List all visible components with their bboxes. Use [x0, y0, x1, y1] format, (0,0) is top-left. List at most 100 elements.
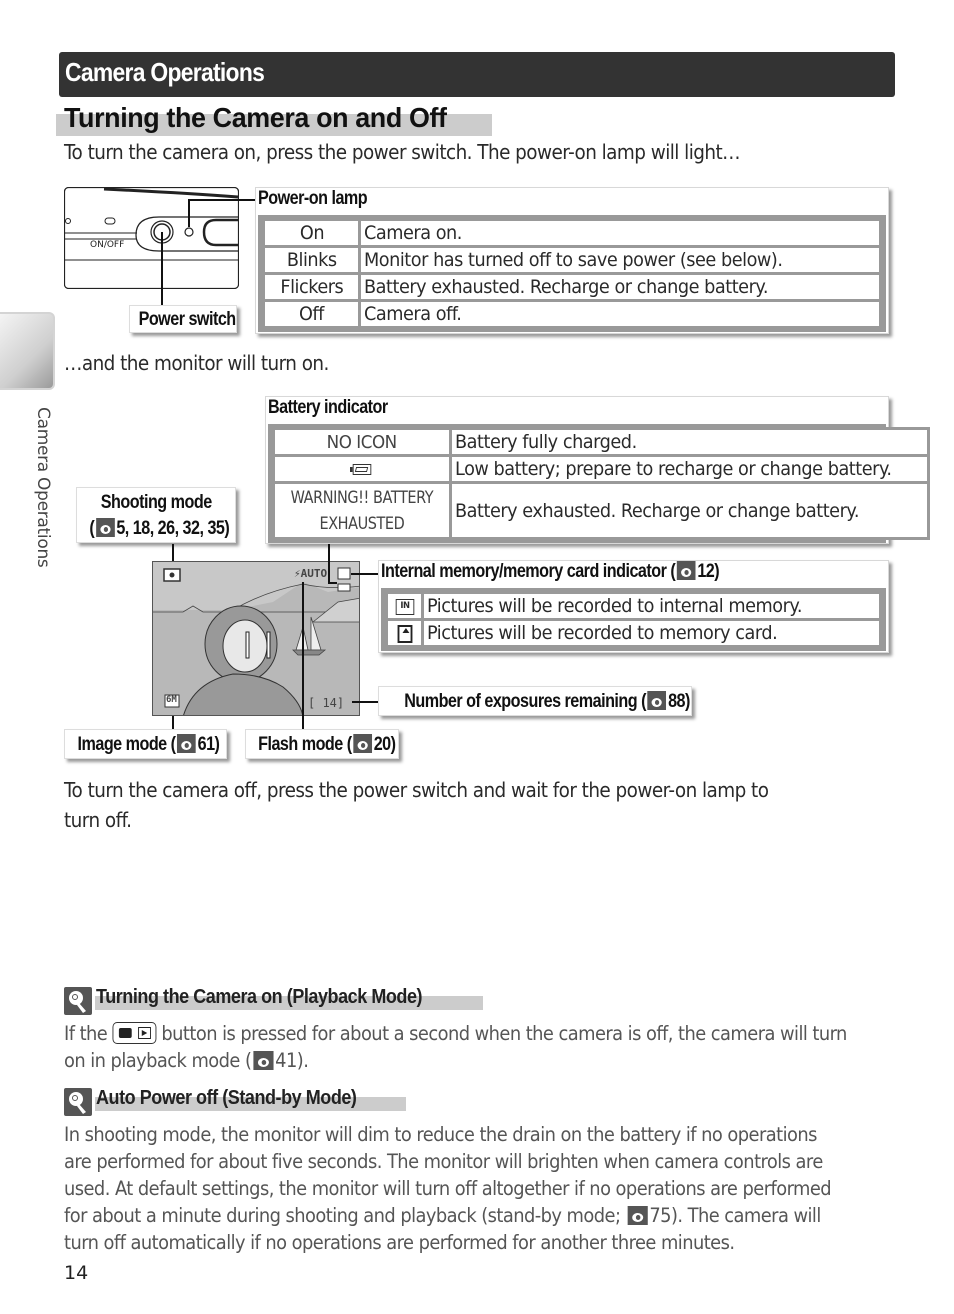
note-text-fragment: 41).: [275, 1049, 309, 1072]
tip-icon: [64, 1088, 92, 1116]
note-playback-line2: on in playback mode ( 41).: [64, 1047, 309, 1074]
battery-state: NO ICON: [326, 431, 398, 453]
battery-warning-line2: EXHAUSTED: [319, 513, 405, 534]
reference-icon: [353, 734, 373, 753]
turn-off-text-line2: turn off.: [64, 808, 132, 832]
battery-meaning: Battery fully charged.: [454, 431, 637, 453]
camera-top-illustration: ON/OFF: [63, 186, 240, 290]
memory-card-icon: [397, 624, 412, 643]
lcd-image-mode: 6M: [166, 695, 177, 705]
lamp-state: Blinks: [286, 249, 337, 271]
table-row: Low battery; prepare to recharge or chan…: [272, 454, 931, 484]
battery-warning-line1: WARNING!! BATTERY: [290, 487, 434, 508]
note-title-playback: Turning the Camera on (Playback Mode): [96, 986, 423, 1008]
flash-mode-ref: 20): [373, 734, 396, 755]
exposures-leader: [352, 701, 381, 703]
battery-indicator-title: Battery indicator: [268, 397, 388, 418]
flash-mode-text: Flash mode (: [258, 734, 352, 755]
power-lamp-leader: [188, 199, 258, 201]
table-row: Pictures will be recorded to memory card…: [385, 618, 882, 648]
table-row: Flickers Battery exhausted. Recharge or …: [262, 272, 882, 302]
chapter-side-label: Camera Operations: [33, 407, 53, 568]
internal-memory-icon: IN: [395, 598, 414, 615]
lcd-exposures: [ 14]: [308, 696, 345, 710]
battery-leader-h: [328, 582, 337, 584]
reference-icon: [95, 518, 115, 537]
lamp-meaning: Camera on.: [364, 222, 462, 244]
battery-leader: [328, 544, 330, 583]
lamp-state: Flickers: [280, 276, 343, 298]
table-row: On Camera on.: [262, 218, 882, 248]
low-battery-icon: [349, 464, 372, 475]
exposures-remaining-label: Number of exposures remaining ( 88): [378, 686, 692, 716]
power-on-lamp-callout: Power-on lamp On Camera on. Blinks Monit…: [255, 187, 889, 334]
note-text-fragment: If the: [64, 1022, 108, 1045]
note-standby-line4: for about a minute during shooting and p…: [64, 1202, 821, 1229]
memory-indicator-ref: 12): [697, 561, 720, 582]
monitor-display-illustration: ⚡AUTO 6M [ 14]: [152, 561, 360, 716]
note-standby-line2: are performed for about five seconds. Th…: [64, 1150, 823, 1173]
image-mode-leader: [172, 716, 174, 730]
note-text-fragment: 75). The camera will: [649, 1204, 821, 1227]
table-row: Off Camera off.: [262, 299, 882, 329]
note-playback-line1: If the button is pressed for about a sec…: [64, 1020, 847, 1047]
reference-icon: [253, 1051, 274, 1070]
shooting-mode-paren: (: [89, 518, 95, 539]
shooting-mode-label-text: Shooting mode: [100, 492, 212, 513]
page-number: 14: [64, 1262, 89, 1284]
power-switch-leader: [161, 232, 163, 306]
power-on-lamp-table: On Camera on. Blinks Monitor has turned …: [262, 218, 882, 329]
power-switch-label-text: Power switch: [138, 309, 237, 330]
lamp-meaning: Monitor has turned off to save power (se…: [364, 249, 783, 271]
flash-mode-label: Flash mode ( 20): [245, 729, 399, 759]
memory-indicator-callout: Internal memory/memory card indicator ( 1…: [378, 560, 889, 653]
svg-text:ON/OFF: ON/OFF: [90, 240, 124, 250]
note-standby-line3: used. At default settings, the monitor w…: [64, 1177, 832, 1200]
monitor-text: …and the monitor will turn on.: [64, 351, 329, 375]
reference-icon: [627, 1206, 648, 1225]
reference-icon: [676, 561, 696, 580]
shooting-playback-button-icon: [112, 1022, 157, 1044]
memory-indicator-table: IN Pictures will be recorded to internal…: [385, 591, 882, 648]
reference-icon: [647, 691, 667, 710]
table-row: WARNING!! BATTERY EXHAUSTED Battery exha…: [272, 481, 931, 540]
page-title: Turning the Camera on and Off: [64, 102, 447, 133]
memory-indicator-title: Internal memory/memory card indicator (: [381, 561, 676, 582]
memory-leader: [351, 573, 381, 575]
table-row: Blinks Monitor has turned off to save po…: [262, 245, 882, 275]
reference-icon: [177, 734, 196, 753]
section-banner: Camera Operations: [59, 52, 895, 97]
section-banner-title: Camera Operations: [65, 57, 265, 87]
memory-meaning: Pictures will be recorded to memory card…: [427, 622, 778, 644]
image-mode-text: Image mode (: [77, 734, 177, 755]
note-text-fragment: for about a minute during shooting and p…: [64, 1204, 621, 1227]
lamp-state: On: [299, 222, 324, 244]
image-mode-label: Image mode ( 61): [64, 729, 227, 759]
table-row: NO ICON Battery fully charged.: [272, 427, 931, 457]
power-on-lamp-title: Power-on lamp: [258, 188, 368, 209]
chapter-tab: [0, 312, 55, 390]
note-standby-line1: In shooting mode, the monitor will dim t…: [64, 1123, 817, 1146]
power-lamp-leader-vert: [188, 199, 190, 227]
exposures-remaining-ref: 88): [668, 691, 690, 712]
table-row: IN Pictures will be recorded to internal…: [385, 591, 882, 621]
battery-meaning: Low battery; prepare to recharge or chan…: [454, 458, 892, 480]
intro-text: To turn the camera on, press the power s…: [64, 140, 741, 164]
tip-icon: [64, 987, 92, 1015]
shooting-mode-label: Shooting mode (5, 18, 26, 32, 35): [76, 487, 236, 543]
power-switch-label: Power switch: [129, 305, 237, 333]
memory-meaning: Pictures will be recorded to internal me…: [427, 595, 803, 617]
shooting-mode-refs: 5, 18, 26, 32, 35): [116, 518, 230, 539]
note-title-standby: Auto Power off (Stand-by Mode): [96, 1087, 357, 1109]
exposures-remaining-text: Number of exposures remaining (: [404, 691, 646, 712]
note-text-fragment: button is pressed for about a second whe…: [161, 1022, 847, 1045]
lamp-meaning: Battery exhausted. Recharge or change ba…: [364, 276, 769, 298]
note-standby-line5: turn off automatically if no operations …: [64, 1231, 735, 1254]
note-text-fragment: on in playback mode (: [64, 1049, 252, 1072]
battery-indicator-table: NO ICON Battery fully charged. Low batte…: [272, 427, 931, 540]
lamp-meaning: Camera off.: [364, 303, 462, 325]
battery-meaning: Battery exhausted. Recharge or change ba…: [454, 499, 859, 522]
turn-off-text-line1: To turn the camera off, press the power …: [64, 778, 769, 802]
lcd-flash-mode: ⚡AUTO: [294, 567, 328, 580]
image-mode-ref: 61): [197, 734, 220, 755]
